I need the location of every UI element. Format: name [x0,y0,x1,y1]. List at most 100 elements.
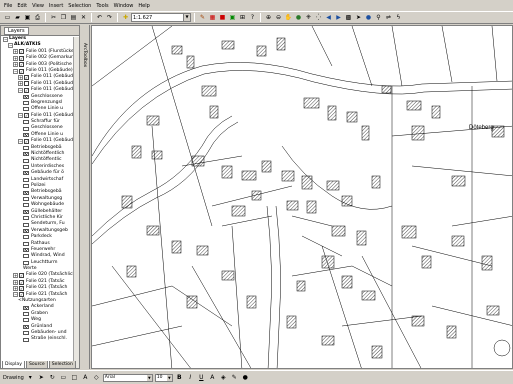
expand-icon[interactable]: + [13,279,18,285]
layer-visibility-checkbox[interactable]: ✓ [19,49,24,55]
save-icon[interactable]: ▣ [23,13,32,22]
chevron-down-icon[interactable]: ▼ [183,14,190,21]
layer-visibility-checkbox[interactable]: ✓ [19,68,24,74]
menu-insert[interactable]: Insert [49,3,63,9]
menu-view[interactable]: View [32,3,44,9]
toc-layers-tab[interactable]: Layers [4,26,29,35]
select-elements-icon[interactable]: ➤ [354,13,363,22]
zoom-whole-page-icon[interactable]: ▭ [59,373,68,382]
underline-icon[interactable]: U [197,373,206,382]
full-extent-icon[interactable]: ● [294,13,303,22]
layer-visibility-checkbox[interactable]: ✓ [24,113,29,119]
arctoolbox-label[interactable]: ArcToolbox [82,43,87,67]
delete-icon[interactable]: ✕ [79,13,88,22]
collapse-icon[interactable]: − [13,292,18,298]
paste-icon[interactable]: ▤ [69,13,78,22]
back-extent-icon[interactable]: ◀ [324,13,333,22]
menu-help[interactable]: Help [138,3,149,9]
expand-icon[interactable]: + [18,75,23,81]
layer-visibility-checkbox[interactable]: ✓ [19,55,24,61]
expand-icon[interactable]: + [13,55,18,61]
collapse-icon[interactable]: − [18,87,23,93]
layer-visibility-checkbox[interactable]: ✓ [19,292,24,298]
expand-icon[interactable]: + [13,62,18,68]
toc-scrollbar[interactable] [73,37,79,368]
map-view[interactable]: Döteberg [91,25,513,369]
zoom-out-icon[interactable]: ⊖ [274,13,283,22]
redo-icon[interactable]: ↷ [105,13,114,22]
collapse-icon[interactable]: − [13,68,18,74]
toc-row[interactable]: Straße (einschl. [1,336,79,342]
rotate-icon[interactable]: ↻ [48,373,57,382]
collapse-icon[interactable]: − [18,113,23,119]
python-icon[interactable]: ▣ [228,13,237,22]
font-size-combo[interactable]: 10 ▼ [154,373,173,382]
expand-icon[interactable]: + [13,49,18,55]
layer-visibility-checkbox[interactable]: ✓ [24,87,29,93]
chevron-down-icon[interactable]: ▾ [26,373,35,382]
hyperlink-icon[interactable]: ϟ [394,13,403,22]
menu-window[interactable]: Window [114,3,134,9]
text-icon[interactable]: A [81,373,90,382]
fill-color-icon[interactable]: ◈ [219,373,228,382]
new-icon[interactable]: ▭ [3,13,12,22]
select-elements-icon[interactable]: ➤ [37,373,46,382]
fixed-zoom-out-icon[interactable]: ⁛ [314,13,323,22]
catalog-icon[interactable]: ▦ [208,13,217,22]
collapse-icon[interactable]: − [3,36,8,42]
expand-icon[interactable]: + [18,81,23,87]
help-icon[interactable]: ? [248,13,257,22]
toolbox-icon[interactable]: ■ [218,13,227,22]
fixed-zoom-in-icon[interactable]: ⁜ [304,13,313,22]
font-color-icon[interactable]: A [208,373,217,382]
measure-icon[interactable]: ⇌ [384,13,393,22]
toc-tab-selection[interactable]: Selection [48,361,76,369]
collapse-icon[interactable]: − [18,138,23,144]
model-builder-icon[interactable]: ⊞ [238,13,247,22]
marker-color-icon[interactable]: ● [241,373,250,382]
bold-icon[interactable]: B [175,373,184,382]
identify-icon[interactable]: ● [364,13,373,22]
font-name-combo[interactable]: Arial ▼ [102,373,153,382]
drawing-menu[interactable]: Drawing [3,375,24,381]
forward-extent-icon[interactable]: ▶ [334,13,343,22]
legend-swatch [23,133,29,138]
menu-selection[interactable]: Selection [68,3,91,9]
menu-file[interactable]: File [4,3,12,9]
layer-visibility-checkbox[interactable]: ✓ [19,279,24,285]
chevron-down-icon[interactable]: ▼ [166,374,172,381]
toc-tab-display[interactable]: Display [2,361,25,369]
cadastral-map[interactable] [92,26,513,369]
expand-icon[interactable]: + [13,285,18,291]
line-color-icon[interactable]: ✎ [230,373,239,382]
toc-tab-source[interactable]: Source [25,361,48,369]
italic-icon[interactable]: I [186,373,195,382]
menu-edit[interactable]: Edit [17,3,27,9]
layer-visibility-checkbox[interactable]: ✓ [19,285,24,291]
editor-icon[interactable]: ✎ [198,13,207,22]
cut-icon[interactable]: ✂ [49,13,58,22]
layer-visibility-checkbox[interactable]: ✓ [19,273,24,279]
layer-visibility-checkbox[interactable]: ✓ [24,138,29,144]
add-data-icon[interactable]: ✚ [121,13,130,22]
expand-icon[interactable]: + [13,273,18,279]
copy-icon[interactable]: ❐ [59,13,68,22]
arctoolbox-dock[interactable]: ArcToolbox [81,25,90,369]
undo-icon[interactable]: ↶ [95,13,104,22]
zoom-in-icon[interactable]: ⊕ [264,13,273,22]
chevron-down-icon[interactable]: ▼ [146,374,152,381]
layer-visibility-checkbox[interactable]: ✓ [24,75,29,81]
edit-vertices-icon[interactable]: ◇ [92,373,101,382]
rectangle-icon[interactable]: □ [70,373,79,382]
pan-icon[interactable]: ✋ [284,13,293,22]
map-scale-combo[interactable]: 1:1.627 ▼ [131,13,191,22]
print-icon[interactable]: ⎙ [33,13,42,22]
menu-tools[interactable]: Tools [96,3,108,9]
find-icon[interactable]: ⚲ [374,13,383,22]
layer-visibility-checkbox[interactable]: ✓ [19,62,24,68]
open-icon[interactable]: ▰ [13,13,22,22]
collapse-icon[interactable]: − [8,43,13,49]
select-features-icon[interactable]: ▩ [344,13,353,22]
legend-swatch [23,171,29,176]
layer-visibility-checkbox[interactable] [24,81,29,87]
